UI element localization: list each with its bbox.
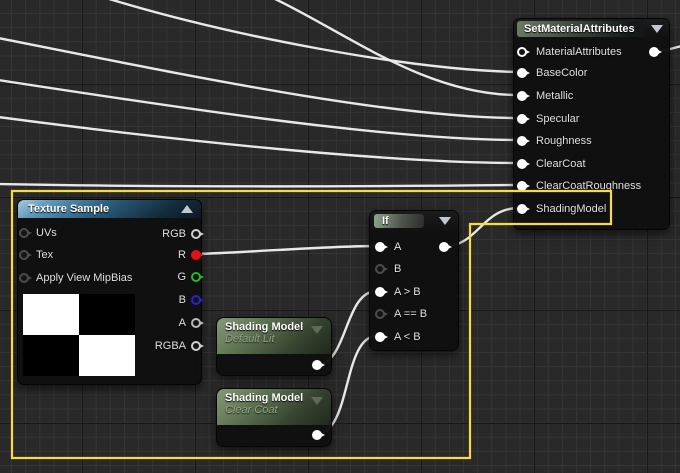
pin-label: UVs <box>36 227 57 239</box>
pin-label: Specular <box>536 113 580 125</box>
pin-r-output[interactable] <box>191 250 204 260</box>
pin-shading-output[interactable] <box>312 360 325 370</box>
wire-basecolor[interactable] <box>106 0 520 74</box>
pin-clearcoatroughness[interactable] <box>517 181 530 191</box>
pin-if-a-eq-b[interactable] <box>375 309 388 319</box>
pin-rgb-output[interactable] <box>191 229 204 239</box>
wire-clearcoat[interactable] <box>0 116 520 165</box>
pin-label: RGBA <box>154 340 186 352</box>
pin-a-output[interactable] <box>191 318 204 328</box>
node-subtitle: Default Lit <box>225 333 275 345</box>
dropdown-arrow-icon[interactable] <box>651 25 663 33</box>
pin-if-a-lt-b[interactable] <box>375 332 388 342</box>
pin-label: B <box>178 294 186 306</box>
pin-label: RGB <box>162 228 186 240</box>
pin-specular[interactable] <box>517 114 530 124</box>
node-subtitle: Clear Coat <box>225 404 278 416</box>
pin-label: Tex <box>36 249 54 261</box>
pin-apply-view-mipbias[interactable] <box>19 273 32 283</box>
pin-label: BaseColor <box>536 67 588 79</box>
pin-if-a-gt-b[interactable] <box>375 287 388 297</box>
node-header[interactable]: Shading Model Default Lit <box>217 318 331 354</box>
pin-shadingmodel[interactable] <box>517 204 530 214</box>
node-title: Texture Sample <box>28 203 110 215</box>
pin-roughness[interactable] <box>517 136 530 146</box>
node-shading-model-default-lit[interactable]: Shading Model Default Lit <box>216 317 332 376</box>
node-if[interactable]: If A B A > B A == B A < B <box>369 210 459 351</box>
pin-label: Apply View MipBias <box>36 272 133 284</box>
wire-r-to-if-a[interactable] <box>195 244 379 256</box>
node-title: If <box>382 215 389 227</box>
collapse-arrow-icon[interactable] <box>181 205 193 213</box>
pin-label: A < B <box>394 331 421 343</box>
texture-preview <box>23 294 135 376</box>
pin-label: A > B <box>394 286 421 298</box>
pin-materialattributes-input[interactable] <box>517 47 530 57</box>
pin-label: R <box>178 249 186 261</box>
pin-shading-output[interactable] <box>312 430 325 440</box>
dropdown-arrow-icon[interactable] <box>439 217 451 225</box>
pin-label: ClearCoat <box>536 158 586 170</box>
pin-label: MaterialAttributes <box>536 46 622 58</box>
node-setmaterialattributes[interactable]: SetMaterialAttributes MaterialAttributes… <box>513 18 670 230</box>
dropdown-arrow-icon[interactable] <box>311 326 323 334</box>
node-texture-sample[interactable]: Texture Sample UVs Tex Apply View MipBia… <box>17 199 204 385</box>
pin-tex[interactable] <box>19 250 32 260</box>
node-title: Shading Model <box>225 321 304 333</box>
pin-label: A <box>178 317 186 329</box>
dropdown-arrow-icon[interactable] <box>311 397 323 405</box>
node-shading-model-clear-coat[interactable]: Shading Model Clear Coat <box>216 388 332 447</box>
node-header[interactable]: Texture Sample <box>18 200 201 218</box>
pin-metallic[interactable] <box>517 91 530 101</box>
pin-label: A == B <box>394 308 428 320</box>
pin-b-output[interactable] <box>191 295 204 305</box>
wire-clearcoatroughness[interactable] <box>0 182 520 188</box>
pin-rgba-output[interactable] <box>191 341 204 351</box>
pin-if-b[interactable] <box>375 264 388 274</box>
pin-if-a[interactable] <box>375 242 388 252</box>
pin-if-output[interactable] <box>439 242 452 252</box>
node-header[interactable]: Shading Model Clear Coat <box>217 389 331 425</box>
wire-specular[interactable] <box>0 37 520 120</box>
pin-label: ShadingModel <box>536 203 607 215</box>
node-header[interactable]: SetMaterialAttributes <box>514 19 669 39</box>
pin-basecolor[interactable] <box>517 68 530 78</box>
pin-clearcoat[interactable] <box>517 159 530 169</box>
pin-uvs[interactable] <box>19 228 32 238</box>
pin-label: Metallic <box>536 90 574 102</box>
pin-label: A <box>394 241 402 253</box>
pin-materialattributes-output[interactable] <box>649 47 662 57</box>
graph-canvas[interactable]: SetMaterialAttributes MaterialAttributes… <box>0 0 680 473</box>
pin-label: G <box>177 271 186 283</box>
node-header[interactable]: If <box>370 211 458 231</box>
pin-g-output[interactable] <box>191 272 204 282</box>
pin-label: B <box>394 263 402 275</box>
node-title: SetMaterialAttributes <box>524 23 635 35</box>
pin-label: Roughness <box>536 135 592 147</box>
node-title: Shading Model <box>225 392 304 404</box>
